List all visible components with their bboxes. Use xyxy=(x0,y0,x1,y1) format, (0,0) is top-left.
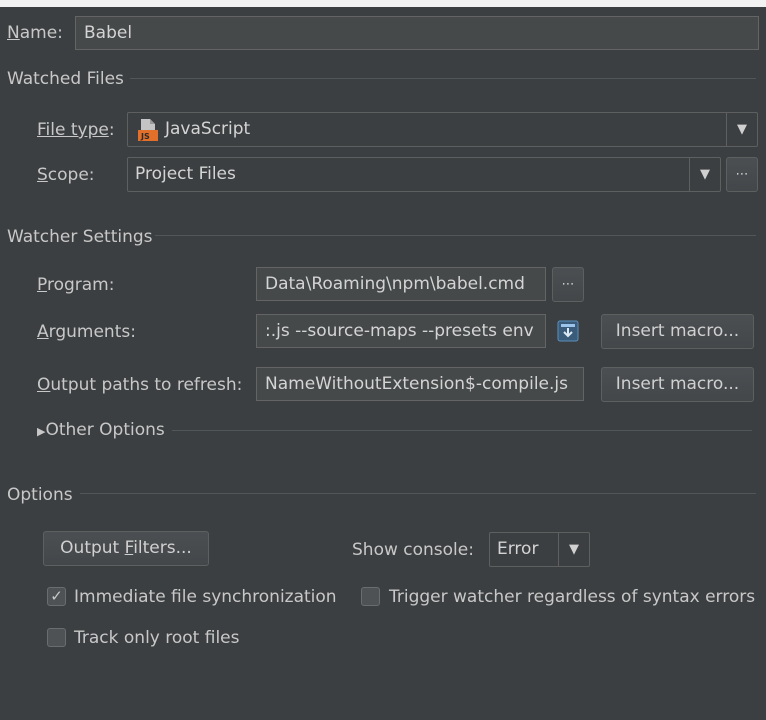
output-paths-input[interactable]: NameWithoutExtension$-compile.js xyxy=(256,367,584,401)
file-type-label: File type: xyxy=(37,120,115,140)
program-browse-button[interactable]: ⋯ xyxy=(552,267,584,302)
watcher-settings-title: Watcher Settings xyxy=(7,227,153,247)
track-root-checkbox[interactable] xyxy=(47,628,66,647)
trigger-watcher-label: Trigger watcher regardless of syntax err… xyxy=(389,587,756,607)
program-label: Program: xyxy=(37,275,115,295)
watched-files-title: Watched Files xyxy=(7,69,124,89)
arguments-input[interactable]: :.js --source-maps --presets env xyxy=(256,314,546,348)
options-title: Options xyxy=(7,485,73,505)
trigger-watcher-checkbox[interactable] xyxy=(361,587,380,606)
chevron-down-icon[interactable]: ▼ xyxy=(689,158,720,191)
arguments-insert-macro-button[interactable]: Insert macro... xyxy=(601,314,754,349)
output-paths-insert-macro-button[interactable]: Insert macro... xyxy=(601,367,754,402)
output-paths-label: Output paths to refresh: xyxy=(37,375,243,395)
expand-text-icon[interactable] xyxy=(555,318,581,344)
show-console-value: Error xyxy=(497,539,539,559)
chevron-down-icon[interactable]: ▼ xyxy=(558,533,589,566)
track-root-label: Track only root files xyxy=(74,628,240,648)
file-type-combo[interactable]: JavaScript ▼ xyxy=(127,112,758,147)
show-console-label: Show console: xyxy=(352,540,474,560)
scope-combo[interactable]: Project Files ▼ xyxy=(127,157,721,192)
arguments-label: Arguments: xyxy=(37,322,136,342)
name-input[interactable]: Babel xyxy=(75,16,759,50)
scope-value: Project Files xyxy=(135,164,236,184)
immediate-sync-checkbox[interactable]: ✓ xyxy=(47,587,66,606)
javascript-file-icon: JS xyxy=(138,119,158,141)
name-label: Name: xyxy=(7,23,63,43)
scope-label: Scope: xyxy=(37,165,95,185)
scope-browse-button[interactable]: ⋯ xyxy=(726,157,758,192)
other-options-separator xyxy=(172,430,752,431)
checkmark-icon: ✓ xyxy=(50,587,63,605)
show-console-combo[interactable]: Error ▼ xyxy=(489,532,590,567)
program-input[interactable]: Data\Roaming\npm\babel.cmd xyxy=(256,267,546,301)
immediate-sync-label: Immediate file synchronization xyxy=(74,587,337,607)
other-options-toggle[interactable]: ▶Other Options xyxy=(37,420,165,442)
window-top-strip xyxy=(0,0,766,7)
watched-files-separator xyxy=(130,78,756,79)
options-separator xyxy=(80,493,756,494)
chevron-down-icon[interactable]: ▼ xyxy=(726,113,757,146)
watcher-settings-separator xyxy=(155,235,756,236)
output-filters-button[interactable]: Output Filters... xyxy=(43,531,209,566)
svg-text:JS: JS xyxy=(140,132,150,141)
